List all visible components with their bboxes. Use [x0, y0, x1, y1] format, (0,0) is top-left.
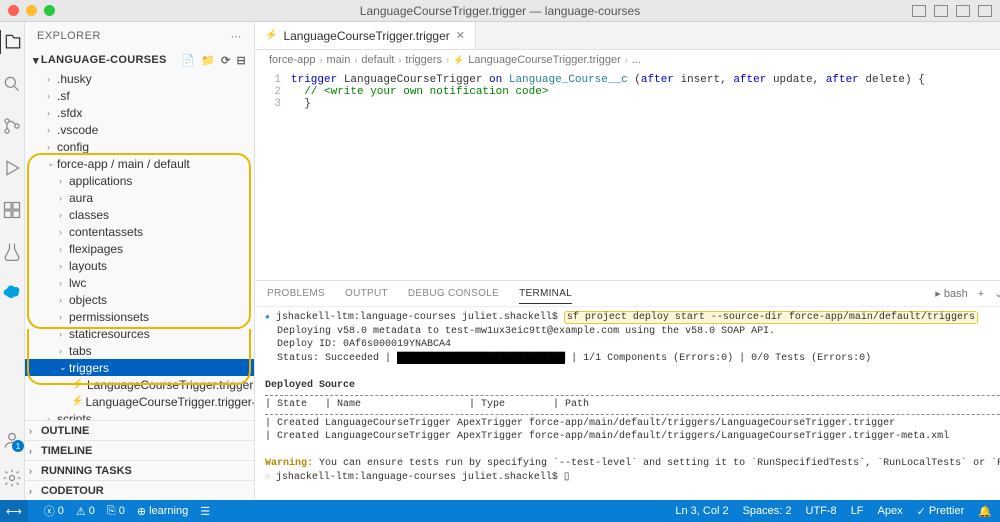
lightning-icon: ⚡ — [71, 396, 83, 407]
status-list-icon[interactable]: ☰ — [200, 505, 210, 518]
status-ports[interactable]: ⎘ 0 — [107, 505, 125, 518]
file-trigger-meta[interactable]: ⚡LanguageCourseTrigger.trigger-meta.xml — [25, 393, 254, 410]
accounts-icon[interactable]: 1 — [2, 430, 22, 450]
source-control-icon[interactable] — [0, 114, 24, 138]
new-file-icon[interactable]: 📄 — [181, 54, 195, 67]
folder-flexipages[interactable]: ›flexipages — [25, 240, 254, 257]
status-spaces[interactable]: Spaces: 2 — [743, 505, 792, 517]
file-tree: ›.husky ›.sf ›.sfdx ›.vscode ›config ⌄fo… — [25, 70, 254, 420]
editor-area: ⚡ LanguageCourseTrigger.trigger ✕ ◫ ⋯ fo… — [255, 22, 1000, 500]
window-title: LanguageCourseTrigger.trigger — language… — [360, 4, 640, 18]
code-editor[interactable]: 1trigger LanguageCourseTrigger on Langua… — [255, 70, 1000, 280]
breadcrumb[interactable]: force-app› main› default› triggers› ⚡ La… — [255, 50, 1000, 70]
tab-output[interactable]: OUTPUT — [345, 288, 388, 299]
folder-staticresources[interactable]: ›staticresources — [25, 325, 254, 342]
folder-scripts[interactable]: ›scripts — [25, 410, 254, 420]
traffic-lights — [8, 5, 55, 16]
test-icon[interactable] — [0, 240, 24, 264]
status-prettier[interactable]: ✓ Prettier — [917, 505, 965, 518]
folder-config[interactable]: ›config — [25, 138, 254, 155]
collapse-icon[interactable]: ⊟ — [236, 54, 246, 67]
lightning-icon: ⚡ — [71, 379, 85, 390]
folder-force-app[interactable]: ⌄force-app / main / default — [25, 155, 254, 172]
tab-terminal[interactable]: TERMINAL — [519, 288, 572, 304]
explorer-header: EXPLORER ⋯ — [25, 22, 254, 50]
folder-husky[interactable]: ›.husky — [25, 70, 254, 87]
status-errors[interactable]: ⓧ 0 — [44, 503, 64, 519]
minimize-window[interactable] — [26, 5, 37, 16]
layout-controls[interactable] — [912, 5, 992, 17]
zoom-window[interactable] — [44, 5, 55, 16]
remote-indicator[interactable]: ⟷ — [0, 500, 28, 522]
extensions-icon[interactable] — [0, 198, 24, 222]
search-icon[interactable] — [0, 72, 24, 96]
terminal[interactable]: ● jshackell-ltm:language-courses juliet.… — [255, 307, 1000, 500]
lightning-icon: ⚡ — [265, 30, 277, 41]
refresh-icon[interactable]: ⟳ — [221, 54, 231, 67]
tab-problems[interactable]: PROBLEMS — [267, 288, 325, 299]
status-warnings[interactable]: ⚠ 0 — [76, 505, 95, 518]
workspace-root[interactable]: ▾ LANGUAGE-COURSES 📄 📁 ⟳ ⊟ — [25, 50, 254, 70]
status-cursor[interactable]: Ln 3, Col 2 — [675, 505, 728, 517]
close-window[interactable] — [8, 5, 19, 16]
section-outline[interactable]: ›OUTLINE — [25, 420, 254, 440]
settings-icon[interactable] — [0, 466, 24, 490]
new-folder-icon[interactable]: 📁 — [201, 54, 215, 67]
folder-vscode[interactable]: ›.vscode — [25, 121, 254, 138]
more-icon[interactable]: ⋯ — [231, 30, 243, 43]
folder-triggers[interactable]: ⌄triggers — [25, 359, 254, 376]
file-trigger[interactable]: ⚡LanguageCourseTrigger.trigger — [25, 376, 254, 393]
folder-sfdx[interactable]: ›.sfdx — [25, 104, 254, 121]
tab-debug-console[interactable]: DEBUG CONSOLE — [408, 288, 499, 299]
shell-label[interactable]: ▸ bash — [935, 287, 967, 300]
folder-layouts[interactable]: ›layouts — [25, 257, 254, 274]
folder-applications[interactable]: ›applications — [25, 172, 254, 189]
close-icon[interactable]: ✕ — [456, 29, 465, 42]
status-bar: ⟷ ⓧ 0 ⚠ 0 ⎘ 0 ⊕ learning ☰ Ln 3, Col 2 S… — [0, 500, 1000, 522]
folder-aura[interactable]: ›aura — [25, 189, 254, 206]
status-eol[interactable]: LF — [851, 505, 864, 517]
status-language[interactable]: Apex — [878, 505, 903, 517]
chevron-down-icon[interactable]: ⌄ — [994, 287, 1000, 300]
explorer-icon[interactable] — [0, 30, 23, 54]
folder-tabs[interactable]: ›tabs — [25, 342, 254, 359]
editor-tabs: ⚡ LanguageCourseTrigger.trigger ✕ ◫ ⋯ — [255, 22, 1000, 50]
folder-sf[interactable]: ›.sf — [25, 87, 254, 104]
folder-classes[interactable]: ›classes — [25, 206, 254, 223]
salesforce-icon[interactable] — [0, 282, 24, 306]
folder-objects[interactable]: ›objects — [25, 291, 254, 308]
folder-lwc[interactable]: ›lwc — [25, 274, 254, 291]
sidebar: EXPLORER ⋯ ▾ LANGUAGE-COURSES 📄 📁 ⟳ ⊟ ›.… — [25, 22, 255, 500]
titlebar: LanguageCourseTrigger.trigger — language… — [0, 0, 1000, 22]
tab-trigger-file[interactable]: ⚡ LanguageCourseTrigger.trigger ✕ — [255, 22, 476, 49]
panel-tabs: PROBLEMS OUTPUT DEBUG CONSOLE TERMINAL ▸… — [255, 281, 1000, 307]
folder-contentassets[interactable]: ›contentassets — [25, 223, 254, 240]
run-debug-icon[interactable] — [0, 156, 24, 180]
panel: PROBLEMS OUTPUT DEBUG CONSOLE TERMINAL ▸… — [255, 280, 1000, 500]
status-branch[interactable]: ⊕ learning — [137, 505, 188, 518]
section-codetour[interactable]: ›CODETOUR — [25, 480, 254, 500]
activity-bar: 1 — [0, 22, 25, 500]
section-running-tasks[interactable]: ›RUNNING TASKS — [25, 460, 254, 480]
new-terminal-icon[interactable]: + — [978, 288, 984, 300]
section-timeline[interactable]: ›TIMELINE — [25, 440, 254, 460]
status-bell-icon[interactable]: 🔔 — [978, 505, 992, 518]
folder-permissionsets[interactable]: ›permissionsets — [25, 308, 254, 325]
status-encoding[interactable]: UTF-8 — [806, 505, 837, 517]
